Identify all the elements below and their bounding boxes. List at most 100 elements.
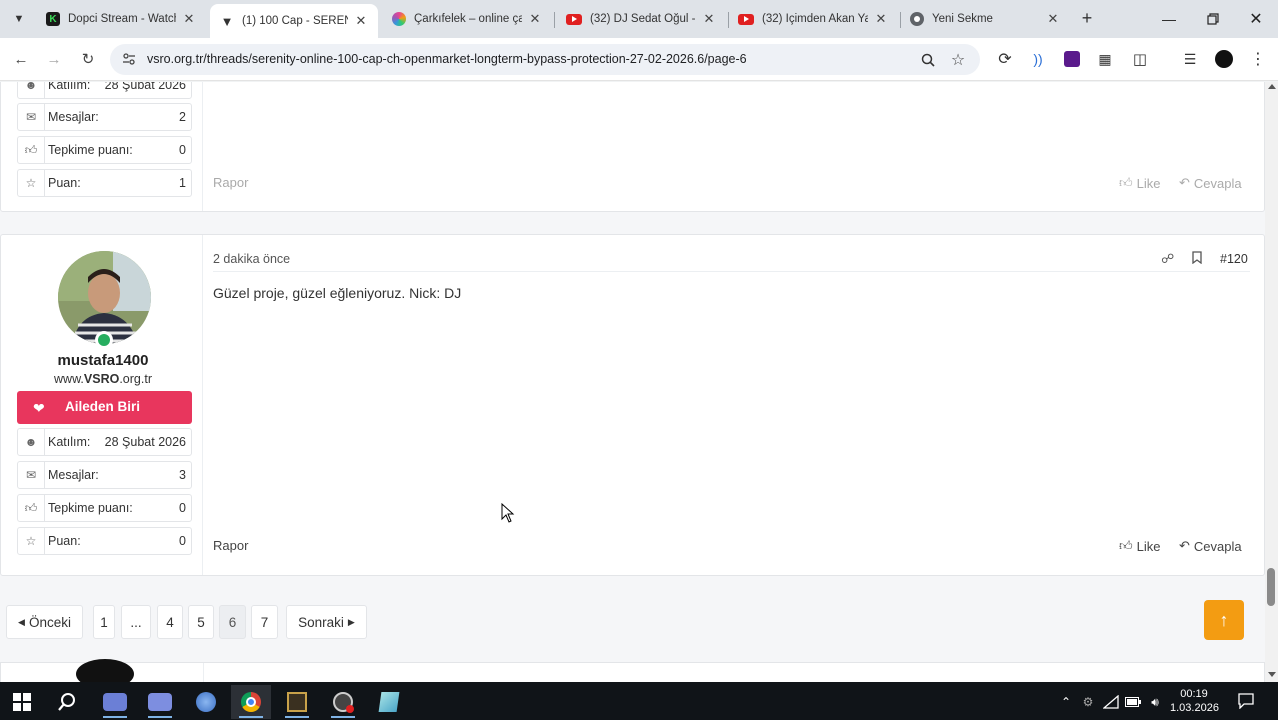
thumbs-up-icon: 👍︎ — [18, 495, 45, 521]
stat-join-date: ☻ Katılım: 28 Şubat 2026 — [17, 428, 192, 456]
zoom-icon[interactable] — [918, 50, 938, 70]
prev-label: Önceki — [28, 614, 71, 630]
stat-value: 3 — [179, 468, 186, 482]
color-wheel-favicon-icon — [392, 12, 406, 26]
taskbar-clock[interactable]: 00:19 1.03.2026 — [1170, 687, 1219, 715]
stat-messages: ✉ Mesajlar: 3 — [17, 461, 192, 489]
like-button[interactable]: 👍︎ Like — [1119, 175, 1160, 191]
back-arrow-icon[interactable]: ← — [10, 48, 32, 70]
vsro-favicon-icon: ▼ — [220, 13, 234, 29]
url-text[interactable]: vsro.org.tr/threads/serenity-online-100-… — [147, 52, 747, 66]
close-icon[interactable]: ✕ — [1046, 11, 1060, 27]
wifi-icon[interactable] — [1103, 694, 1119, 710]
like-button[interactable]: 👍︎ Like — [1119, 538, 1160, 554]
extensions-puzzle-icon[interactable]: ◫ — [1130, 49, 1150, 69]
user-plus-icon: ☻ — [18, 429, 45, 455]
arrow-up-icon: ↑ — [1219, 609, 1229, 630]
stat-points: ☆ Puan: 0 — [17, 527, 192, 555]
like-label: Like — [1136, 175, 1161, 191]
close-icon[interactable]: ✕ — [182, 11, 196, 27]
chevron-left-icon: ◀ — [18, 616, 25, 627]
next-post-avatar[interactable] — [76, 659, 134, 682]
media-control-icon[interactable]: ☰ — [1180, 49, 1200, 69]
bookmark-star-icon[interactable]: ☆ — [948, 50, 968, 70]
stat-value: 1 — [179, 176, 186, 190]
reload-icon[interactable]: ↻ — [77, 48, 99, 70]
site-settings-icon[interactable] — [122, 52, 136, 66]
report-link[interactable]: Rapor — [213, 538, 248, 553]
reply-button[interactable]: ↶ Cevapla — [1179, 175, 1242, 191]
tab-yeni-sekme[interactable]: Yeni Sekme ✕ — [900, 4, 1070, 34]
tab-search-chevron-icon[interactable]: ▼ — [8, 8, 30, 30]
stat-value: 0 — [179, 143, 186, 157]
app-launcher-3-icon[interactable] — [186, 685, 226, 719]
notification-center-icon[interactable] — [1238, 693, 1256, 710]
tab-title: (1) 100 Cap - SERENITY — [242, 15, 348, 27]
post-number-link[interactable]: #120 — [1220, 252, 1248, 266]
pagination-page-5[interactable]: 5 — [188, 605, 214, 639]
share-icon[interactable]: ☍ — [1161, 251, 1174, 267]
audio-extension-icon[interactable]: )) — [1028, 49, 1048, 69]
volume-icon[interactable]: 🔊︎ — [1147, 694, 1163, 710]
stat-label: Puan: — [48, 534, 81, 548]
pagination-next-button[interactable]: Sonraki ▶ — [286, 605, 367, 639]
chrome-taskbar-icon[interactable] — [231, 685, 271, 719]
scroll-up-arrow-icon[interactable] — [1268, 84, 1276, 89]
pagination-ellipsis[interactable]: ... — [121, 605, 151, 639]
app-launcher-4-icon[interactable] — [369, 685, 409, 719]
tab-100-cap-serenity[interactable]: ▼ (1) 100 Cap - SERENITY ✕ — [210, 4, 378, 38]
tab-dopci-stream[interactable]: K Dopci Stream - Watch ✕ — [36, 4, 206, 34]
pagination-page-6-current[interactable]: 6 — [219, 605, 246, 639]
qr-extension-icon[interactable]: ▦ — [1095, 49, 1115, 69]
tray-chevron-up-icon[interactable]: ⌃ — [1058, 694, 1074, 710]
close-icon[interactable]: ✕ — [528, 11, 542, 27]
pagination-page-1[interactable]: 1 — [93, 605, 115, 639]
minimize-icon[interactable]: — — [1158, 8, 1180, 30]
close-icon[interactable]: ✕ — [702, 11, 716, 27]
close-icon[interactable]: ✕ — [354, 13, 368, 29]
tab-carkifelek[interactable]: Çarkıfelek – online ça ✕ — [382, 4, 552, 34]
restore-icon[interactable] — [1202, 8, 1224, 30]
stat-reaction-score: 👍︎ Tepkime puanı: 0 — [17, 136, 192, 164]
profile-avatar[interactable] — [1214, 49, 1234, 69]
close-window-icon[interactable]: ✕ — [1245, 8, 1267, 30]
reply-button[interactable]: ↶ Cevapla — [1179, 538, 1242, 554]
windows-start-icon[interactable] — [2, 685, 42, 719]
chrome-favicon-icon — [910, 12, 924, 26]
pagination-page-4[interactable]: 4 — [157, 605, 183, 639]
sync-extension-icon[interactable]: ⟳ — [995, 49, 1015, 69]
user-title-suffix: .org.tr — [119, 372, 152, 386]
forward-arrow-icon[interactable]: → — [43, 48, 65, 70]
page-scrollbar[interactable] — [1265, 82, 1278, 682]
new-tab-plus-icon[interactable]: + — [1078, 9, 1096, 27]
thumbs-up-icon: 👍︎ — [1119, 175, 1133, 190]
scroll-to-top-button[interactable]: ↑ — [1204, 600, 1244, 640]
stat-value: 28 Şubat 2026 — [104, 82, 186, 92]
bookmark-icon[interactable] — [1192, 251, 1202, 267]
pagination-page-7[interactable]: 7 — [251, 605, 278, 639]
app-launcher-1-icon[interactable] — [95, 685, 135, 719]
next-label: Sonraki — [298, 614, 344, 630]
search-icon[interactable] — [47, 685, 87, 719]
scroll-thumb[interactable] — [1267, 568, 1275, 606]
close-icon[interactable]: ✕ — [874, 11, 888, 27]
browser-toolbar: ← → ↻ vsro.org.tr/threads/serenity-onlin… — [0, 38, 1278, 81]
scroll-down-arrow-icon[interactable] — [1268, 672, 1276, 677]
game-launcher-icon[interactable] — [277, 685, 317, 719]
address-bar[interactable]: vsro.org.tr/threads/serenity-online-100-… — [110, 44, 980, 75]
battery-icon[interactable] — [1125, 694, 1141, 710]
tab-dj-sedat-ogul[interactable]: (32) DJ Sedat Oğul - ✕ — [556, 4, 726, 34]
app-launcher-2-icon[interactable] — [140, 685, 180, 719]
post-timestamp[interactable]: 2 dakika önce — [213, 252, 290, 266]
report-link[interactable]: Rapor — [213, 175, 248, 190]
kebab-menu-icon[interactable]: ⋮ — [1248, 49, 1268, 69]
tab-icimden-akan[interactable]: (32) İçimden Akan Ya ✕ — [728, 4, 898, 34]
reply-arrow-icon: ↶ — [1179, 175, 1190, 190]
purple-extension-icon[interactable] — [1062, 49, 1082, 69]
post-body: Güzel proje, güzel eğleniyoruz. Nick: DJ — [213, 285, 462, 301]
user-title: www.VSRO.org.tr — [1, 372, 205, 386]
username[interactable]: mustafa1400 — [1, 352, 205, 369]
game-client-icon[interactable] — [323, 685, 363, 719]
pagination-prev-button[interactable]: ◀ Önceki — [6, 605, 83, 639]
tray-speaker-muted-icon[interactable]: ⚙ — [1080, 694, 1096, 710]
